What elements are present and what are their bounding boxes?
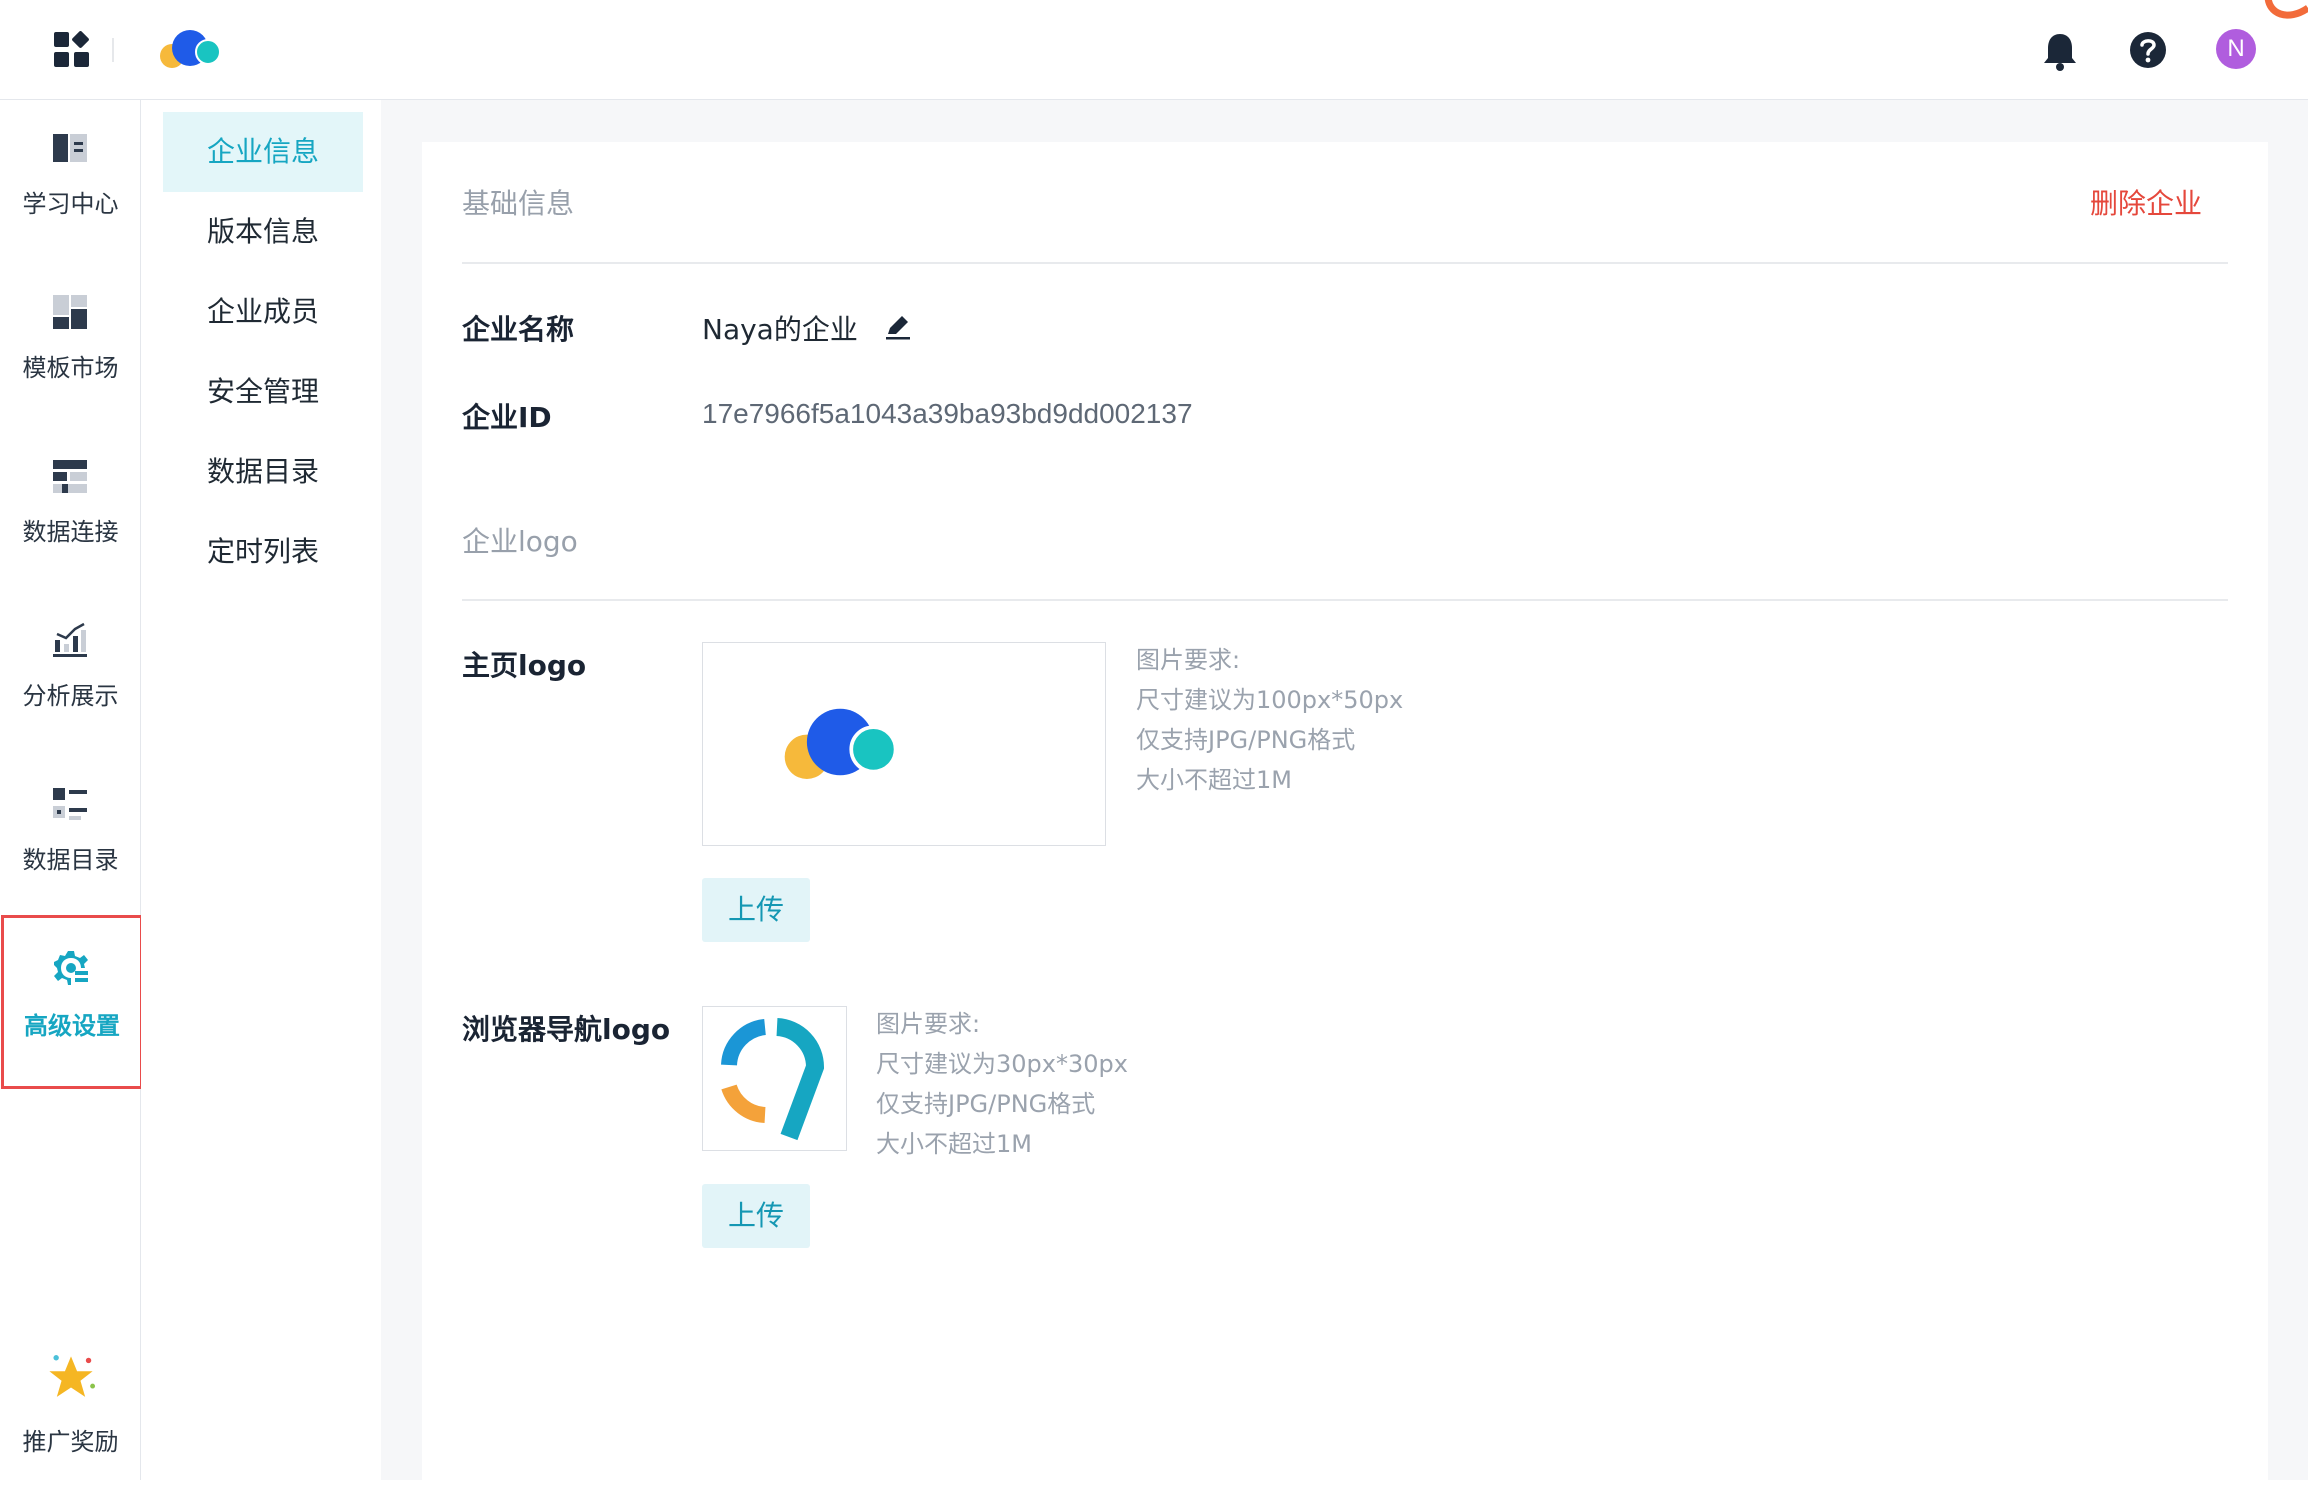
gear-icon bbox=[54, 951, 88, 985]
template-icon bbox=[53, 295, 87, 329]
corner-decoration-icon bbox=[2265, 0, 2308, 19]
requirement-line: 仅支持JPG/PNG格式 bbox=[1136, 726, 1356, 754]
rail-item-label: 模板市场 bbox=[22, 354, 119, 382]
enterprise-name-value: Naya的企业 bbox=[702, 313, 858, 346]
delete-enterprise-link[interactable]: 删除企业 bbox=[2090, 182, 2202, 222]
enterprise-info-card: 基础信息 删除企业 企业名称 Naya的企业 企业ID 17e7966f5a10… bbox=[422, 142, 2268, 1480]
edit-icon[interactable] bbox=[882, 312, 912, 342]
browser-logo-preview bbox=[702, 1006, 847, 1151]
requirement-line: 图片要求: bbox=[876, 1010, 981, 1038]
catalog-icon bbox=[53, 788, 87, 820]
topbar-divider bbox=[112, 38, 114, 62]
subnav-item-schedules[interactable]: 定时列表 bbox=[163, 512, 363, 592]
subnav-item-enterprise-info[interactable]: 企业信息 bbox=[163, 112, 363, 192]
enterprise-id-value: 17e7966f5a1043a39ba93bd9dd002137 bbox=[702, 398, 1193, 429]
rail-item-label: 数据连接 bbox=[22, 518, 119, 546]
requirement-line: 大小不超过1M bbox=[876, 1130, 1032, 1158]
logo-section-title: 企业logo bbox=[462, 525, 578, 558]
rail-item-analysis[interactable]: 分析展示 bbox=[0, 592, 141, 742]
settings-subnav: 企业信息 版本信息 企业成员 安全管理 数据目录 定时列表 bbox=[141, 100, 381, 1480]
help-icon[interactable] bbox=[2128, 30, 2168, 70]
requirement-line: 大小不超过1M bbox=[1136, 766, 1292, 794]
left-rail: 学习中心 模板市场 数据连接 分析展示 数据目录 高级设置 推广奖励 bbox=[0, 100, 143, 1480]
browser-logo-label: 浏览器导航logo bbox=[462, 1013, 671, 1046]
browser-logo-image bbox=[721, 1018, 825, 1141]
home-logo-requirements: 图片要求: 尺寸建议为100px*50px 仅支持JPG/PNG格式 大小不超过… bbox=[1136, 640, 1403, 800]
rail-item-advanced-settings[interactable]: 高级设置 bbox=[1, 915, 143, 1089]
rail-item-learning[interactable]: 学习中心 bbox=[0, 100, 141, 250]
rail-item-label: 高级设置 bbox=[24, 1012, 120, 1040]
subnav-item-data-catalog[interactable]: 数据目录 bbox=[163, 432, 363, 512]
home-logo-image bbox=[784, 708, 898, 779]
star-reward-icon bbox=[49, 1355, 96, 1397]
home-logo-label: 主页logo bbox=[462, 649, 587, 682]
home-logo-preview bbox=[702, 642, 1106, 846]
enterprise-name-label: 企业名称 bbox=[462, 313, 575, 346]
apps-grid-icon[interactable] bbox=[52, 30, 92, 70]
requirement-line: 图片要求: bbox=[1136, 646, 1241, 674]
rail-item-templates[interactable]: 模板市场 bbox=[0, 264, 141, 414]
rail-item-catalog[interactable]: 数据目录 bbox=[0, 756, 141, 906]
top-bar: N bbox=[0, 0, 2308, 100]
browser-logo-upload-button[interactable]: 上传 bbox=[702, 1184, 810, 1248]
section-divider bbox=[462, 599, 2228, 601]
requirement-line: 仅支持JPG/PNG格式 bbox=[876, 1090, 1096, 1118]
bell-icon[interactable] bbox=[2040, 30, 2080, 72]
rail-item-label: 分析展示 bbox=[22, 682, 119, 710]
rail-item-label: 数据目录 bbox=[22, 846, 119, 874]
rail-item-reward[interactable]: 推广奖励 bbox=[0, 1350, 141, 1500]
subnav-item-security[interactable]: 安全管理 bbox=[163, 352, 363, 432]
brand-logo-icon[interactable] bbox=[158, 26, 224, 70]
rail-item-data-connect[interactable]: 数据连接 bbox=[0, 428, 141, 578]
enterprise-id-label: 企业ID bbox=[462, 401, 552, 434]
basic-info-title: 基础信息 bbox=[462, 187, 575, 220]
section-divider bbox=[462, 262, 2228, 264]
requirement-line: 尺寸建议为30px*30px bbox=[876, 1050, 1128, 1078]
chart-icon bbox=[53, 622, 87, 657]
requirement-line: 尺寸建议为100px*50px bbox=[1136, 686, 1404, 714]
rail-item-label: 学习中心 bbox=[22, 190, 119, 218]
user-avatar[interactable]: N bbox=[2216, 29, 2256, 69]
subnav-item-members[interactable]: 企业成员 bbox=[163, 272, 363, 352]
book-icon bbox=[53, 134, 87, 162]
home-logo-upload-button[interactable]: 上传 bbox=[702, 878, 810, 942]
rail-item-label: 推广奖励 bbox=[22, 1428, 119, 1456]
browser-logo-requirements: 图片要求: 尺寸建议为30px*30px 仅支持JPG/PNG格式 大小不超过1… bbox=[876, 1004, 1128, 1164]
subnav-item-version-info[interactable]: 版本信息 bbox=[163, 192, 363, 272]
data-connect-icon bbox=[53, 460, 87, 493]
